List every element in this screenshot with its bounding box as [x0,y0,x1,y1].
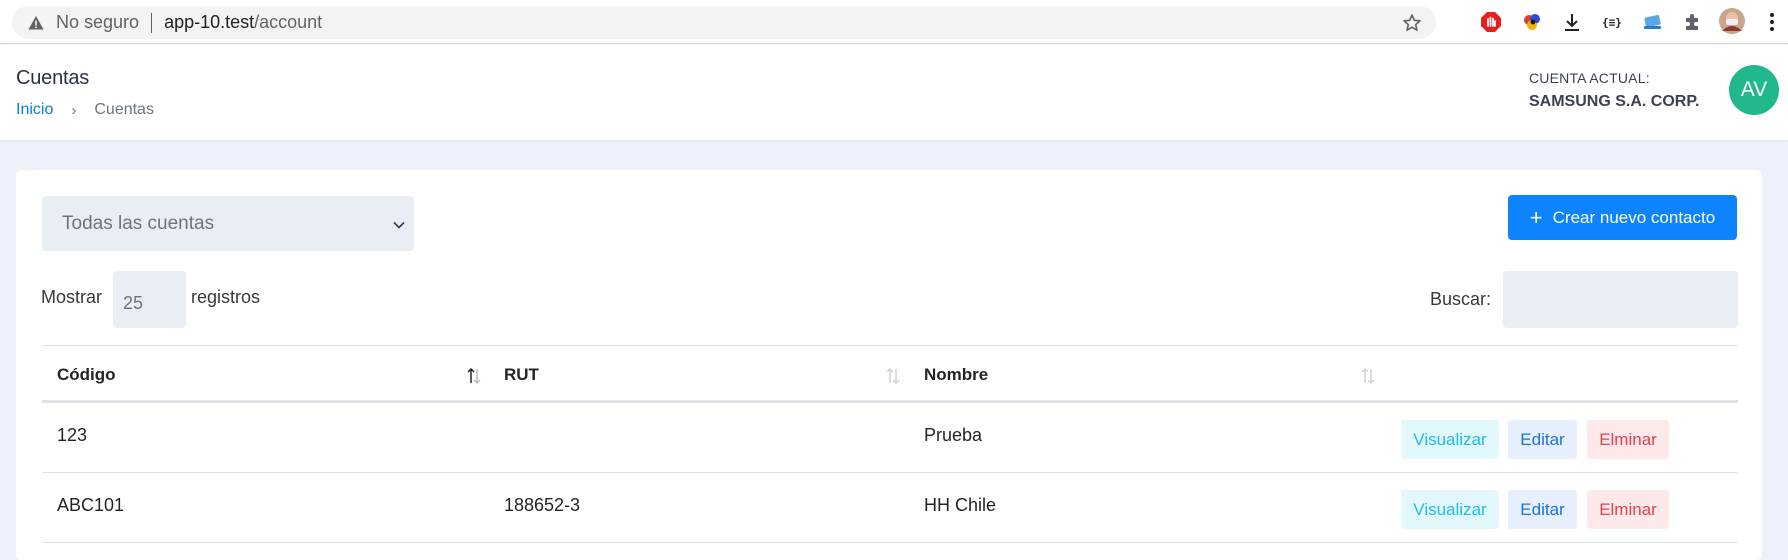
accounts-card: Todas las cuentas + Crear nuevo contacto… [16,170,1762,560]
create-contact-label: Crear nuevo contacto [1552,207,1716,227]
profile-avatar-icon[interactable] [1718,7,1746,35]
edit-button[interactable]: Editar [1508,490,1577,529]
delete-button[interactable]: Elminar [1587,490,1669,529]
breadcrumb-home-link[interactable]: Inicio [16,101,53,119]
search-input[interactable] [1503,271,1738,328]
column-header-nombre[interactable]: Nombre [924,365,988,385]
app-header: Cuentas Inicio › Cuentas CUENTA ACTUAL: … [0,45,1788,140]
page-title: Cuentas [16,67,90,89]
table-row: 123 Prueba Visualizar Editar Elminar [42,403,1738,473]
color-balls-extension-icon[interactable] [1520,10,1544,34]
url-host[interactable]: app-10.test [164,12,254,33]
records-label: registros [191,287,261,307]
extensions-puzzle-icon[interactable] [1680,10,1704,34]
page-size-select[interactable]: 25 [113,271,186,328]
url-path[interactable]: /account [254,12,322,33]
user-avatar[interactable]: AV [1729,65,1779,115]
tablet-extension-icon[interactable] [1641,10,1665,34]
create-contact-button[interactable]: + Crear nuevo contacto [1508,195,1737,240]
breadcrumb-current: Cuentas [94,101,154,118]
sort-icon[interactable] [1360,366,1376,386]
table-header: Código RUT Nombre [42,345,1738,403]
chevron-right-icon: › [71,101,77,119]
bookmark-star-icon[interactable] [1402,13,1422,33]
sort-icon[interactable] [885,366,901,386]
json-formatter-icon[interactable]: {≡} [1600,10,1624,34]
breadcrumb: Inicio › Cuentas [16,101,154,119]
column-header-codigo[interactable]: Código [57,365,116,385]
accounts-table: Código RUT Nombre 123 Prueba Visualizar … [42,345,1738,543]
table-row: ABC101 188652-3 HH Chile Visualizar Edit… [42,473,1738,543]
adblock-extension-icon[interactable] [1479,10,1503,34]
cell-codigo: 123 [57,425,88,445]
view-button[interactable]: Visualizar [1401,490,1499,529]
url-divider [151,12,153,33]
browser-toolbar: No seguro app-10.test/account {≡} [0,0,1788,44]
cell-nombre: Prueba [924,425,983,445]
plus-icon: + [1529,204,1543,230]
view-button[interactable]: Visualizar [1401,420,1499,459]
cell-codigo: ABC101 [57,495,125,515]
show-entries-label: Mostrar [41,287,103,307]
column-header-rut[interactable]: RUT [504,365,539,385]
edit-button[interactable]: Editar [1508,420,1577,459]
sort-asc-icon[interactable] [466,366,482,386]
svg-text:{≡}: {≡} [1602,16,1622,29]
address-bar[interactable]: No seguro app-10.test/account [12,6,1436,39]
browser-menu-icon[interactable] [1760,10,1784,34]
chevron-down-icon [392,216,406,230]
delete-button[interactable]: Elminar [1587,420,1669,459]
search-label: Buscar: [1430,289,1492,309]
cell-rut: 188652-3 [504,495,581,515]
account-filter-select[interactable]: Todas las cuentas [42,196,414,251]
current-account-name[interactable]: SAMSUNG S.A. CORP. [1529,93,1699,111]
current-account-label: CUENTA ACTUAL: [1529,70,1650,86]
account-filter-value: Todas las cuentas [62,212,215,234]
cell-nombre: HH Chile [924,495,997,515]
download-icon[interactable] [1560,10,1584,34]
security-status[interactable]: No seguro [56,12,139,33]
warning-icon [28,15,44,31]
